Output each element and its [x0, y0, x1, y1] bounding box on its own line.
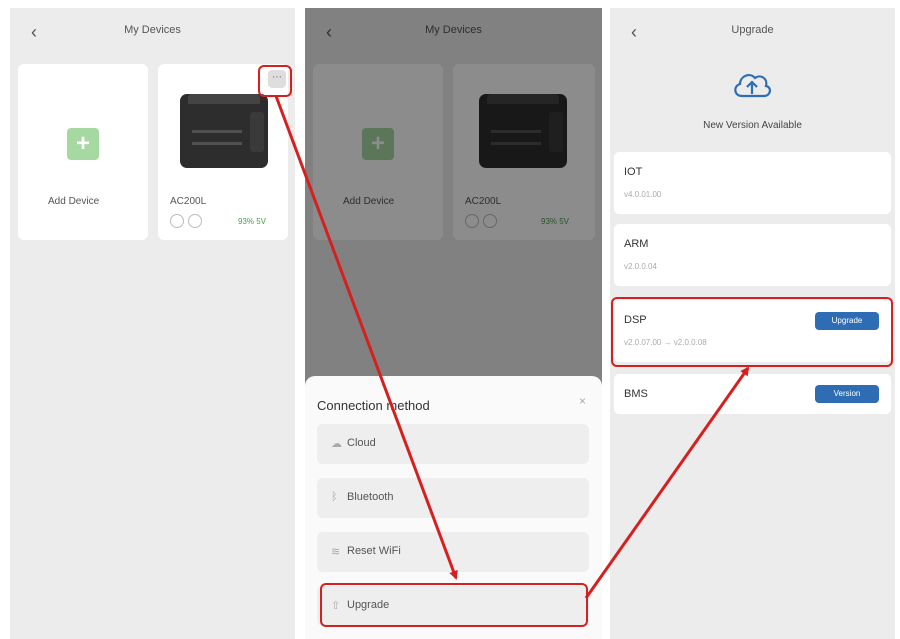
arrow-more-to-upgrade	[274, 95, 458, 580]
annotation-arrows	[274, 95, 750, 599]
arrow-upgrade-to-dsp	[584, 366, 750, 599]
